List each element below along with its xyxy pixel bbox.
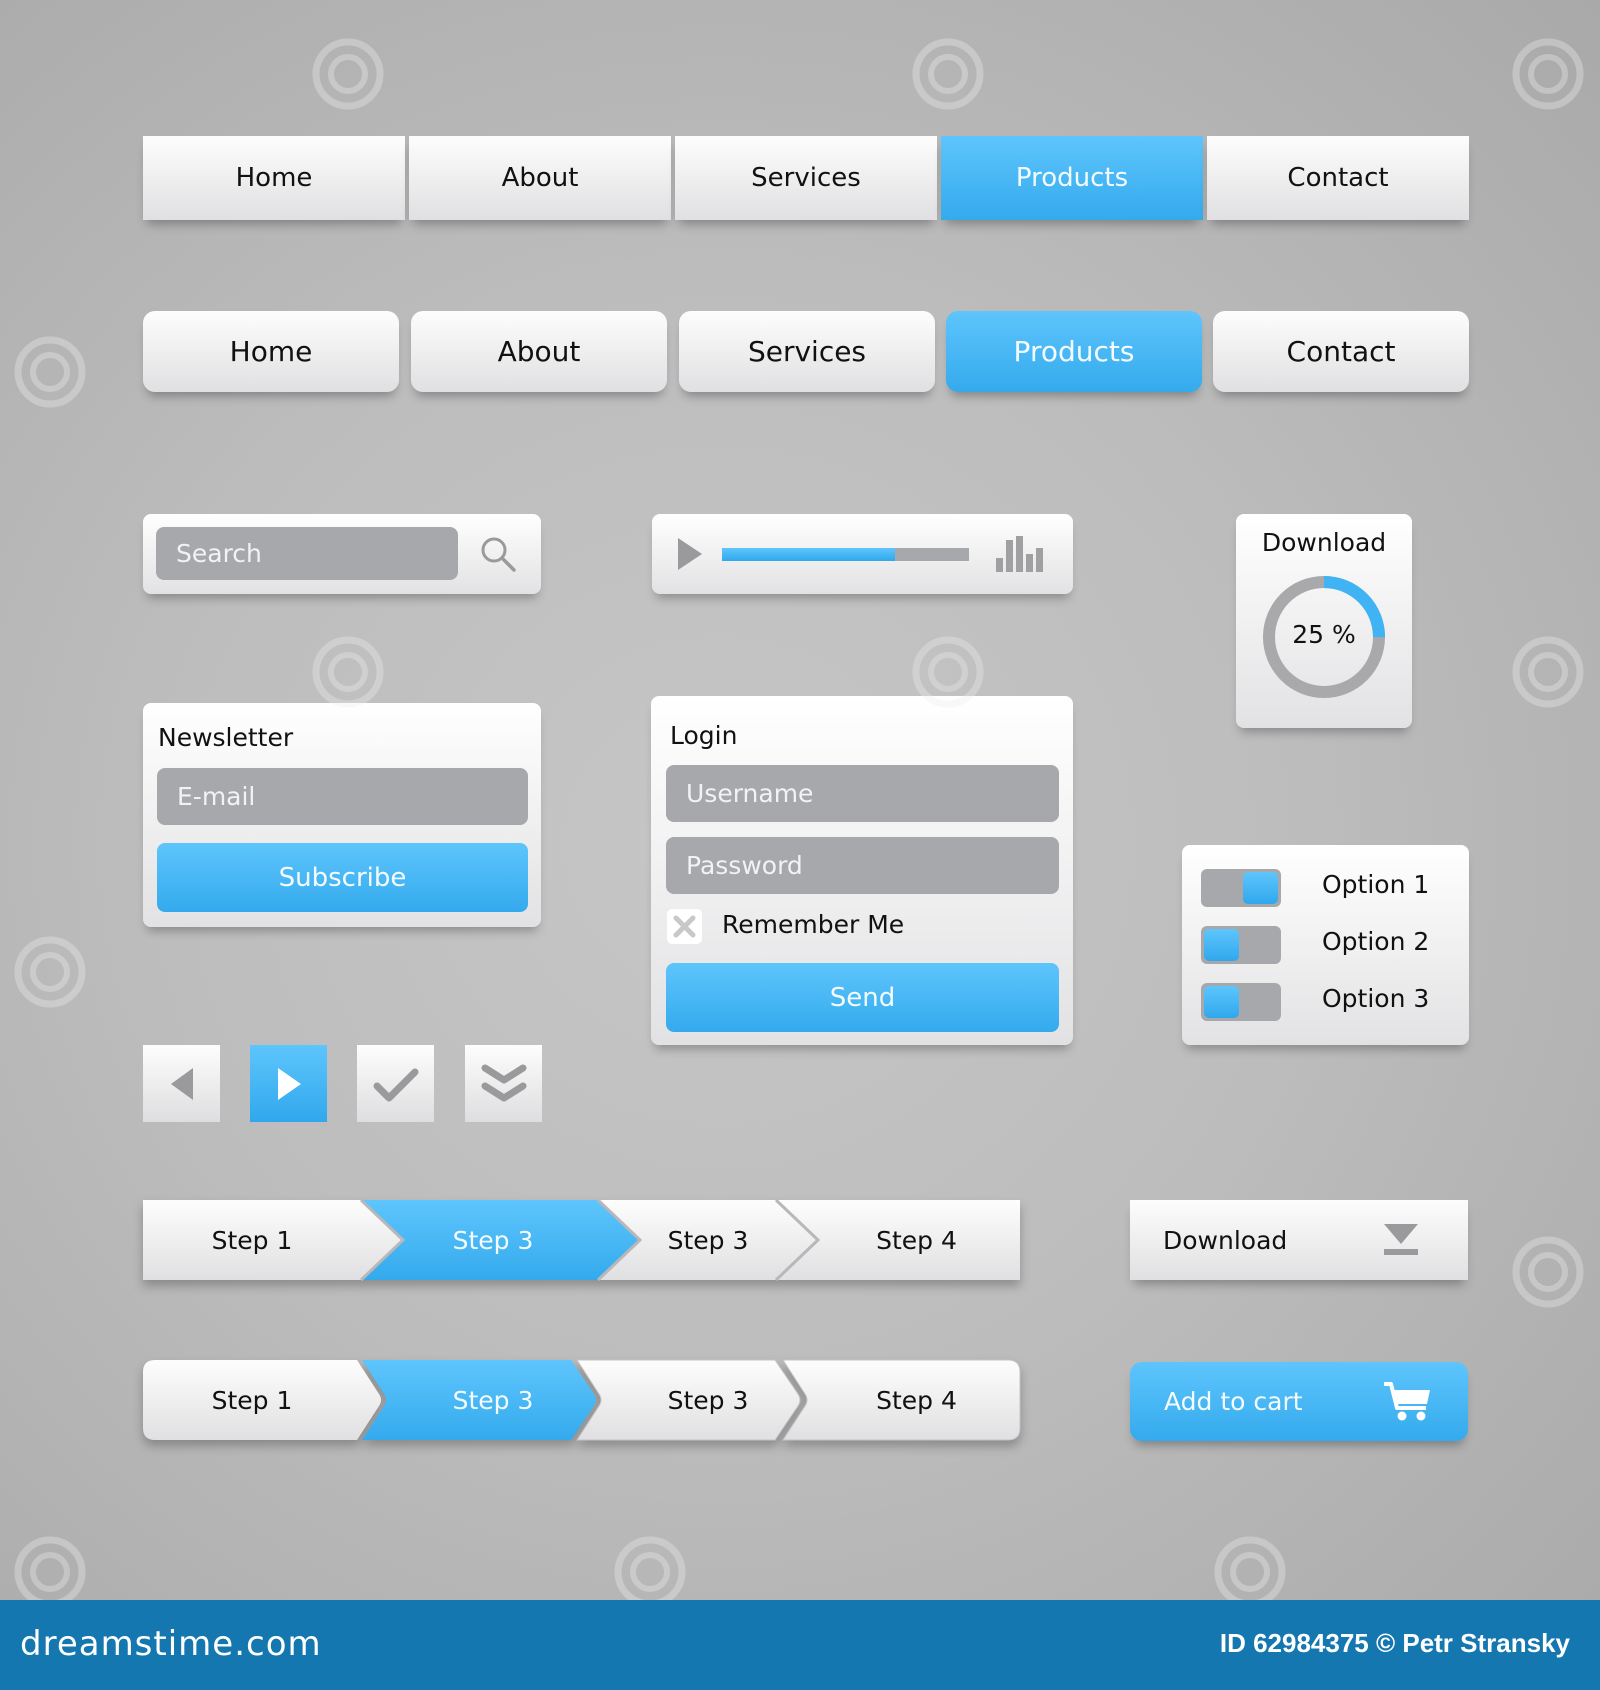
nav-flat-home[interactable]: Home	[143, 136, 405, 220]
double-chevron-down-icon	[481, 1064, 526, 1101]
watermark-icon	[912, 38, 984, 110]
send-button[interactable]: Send	[666, 963, 1059, 1032]
options-card: Option 1 Option 2 Option 3	[1182, 845, 1469, 1045]
toggle-knob	[1204, 986, 1239, 1018]
search-bar	[143, 514, 541, 594]
progress-fill	[722, 548, 895, 561]
step-rounded-1[interactable]: Step 1	[143, 1360, 361, 1440]
confirm-button[interactable]	[357, 1045, 434, 1122]
nav-label: Products	[1015, 163, 1129, 193]
newsletter-title: Newsletter	[158, 723, 294, 752]
nav-label: About	[497, 335, 581, 368]
nav-label: Home	[235, 163, 313, 193]
nav-label: About	[501, 163, 579, 193]
watermark-icon	[614, 1536, 686, 1608]
add-to-cart-button[interactable]: Add to cart	[1130, 1362, 1468, 1441]
nav-flat-contact[interactable]: Contact	[1207, 136, 1469, 220]
download-widget-title: Download	[1261, 528, 1387, 557]
nav-label: Services	[747, 335, 867, 368]
nav-label: Home	[229, 335, 313, 368]
progress-bar[interactable]	[722, 548, 969, 561]
nav-label: Contact	[1286, 335, 1396, 368]
watermark-icon	[1512, 636, 1584, 708]
remember-me-label: Remember Me	[722, 910, 905, 939]
step-rounded-3[interactable]: Step 3	[613, 1360, 803, 1440]
download-button[interactable]: Download	[1130, 1200, 1468, 1280]
previous-icon	[170, 1067, 193, 1100]
download-icon	[1382, 1222, 1420, 1258]
toggle-knob	[1204, 929, 1239, 961]
cart-icon	[1382, 1380, 1432, 1422]
close-icon	[673, 915, 696, 938]
play-button[interactable]	[250, 1045, 327, 1122]
nav-rounded-products[interactable]: Products	[946, 311, 1202, 392]
step-flat-2[interactable]: Step 3	[383, 1200, 603, 1280]
download-percent-label: 25 %	[1292, 620, 1356, 649]
option-1-toggle[interactable]	[1201, 869, 1281, 907]
nav-rounded-about[interactable]: About	[411, 311, 667, 392]
option-2-label: Option 2	[1322, 927, 1430, 956]
watermark-icon	[312, 636, 384, 708]
search-input[interactable]	[156, 527, 458, 580]
newsletter-card: Newsletter Subscribe	[143, 703, 541, 927]
nav-rounded-services[interactable]: Services	[679, 311, 935, 392]
watermark-icon	[14, 1536, 86, 1608]
download-button-label: Download	[1163, 1225, 1288, 1255]
steps-rounded: Step 1 Step 3 Step 3 Step 4	[143, 1359, 1021, 1441]
credit-text: ID 62984375 © Petr Stransky	[1219, 1628, 1570, 1658]
password-input[interactable]	[666, 837, 1059, 894]
username-input[interactable]	[666, 765, 1059, 822]
subscribe-button[interactable]: Subscribe	[157, 843, 528, 912]
search-icon[interactable]	[478, 534, 518, 574]
download-widget: Download 25 %	[1236, 514, 1412, 728]
watermark-icon	[14, 936, 86, 1008]
step-rounded-2[interactable]: Step 3	[383, 1360, 603, 1440]
expand-button[interactable]	[465, 1045, 542, 1122]
media-player	[652, 514, 1073, 594]
play-icon[interactable]	[676, 536, 704, 572]
add-to-cart-label: Add to cart	[1164, 1387, 1303, 1416]
brand-logo: dreamstime.com	[20, 1624, 322, 1664]
option-3-label: Option 3	[1322, 984, 1430, 1013]
nav-flat-about[interactable]: About	[409, 136, 671, 220]
option-2-toggle[interactable]	[1201, 926, 1281, 964]
checkmark-icon	[373, 1068, 418, 1101]
nav-label: Contact	[1287, 163, 1389, 193]
nav-label: Services	[751, 163, 861, 193]
step-flat-1[interactable]: Step 1	[143, 1200, 361, 1280]
watermark-icon	[1512, 38, 1584, 110]
step-flat-3[interactable]: Step 3	[613, 1200, 803, 1280]
subscribe-label: Subscribe	[278, 862, 407, 893]
nav-flat-products[interactable]: Products	[941, 136, 1203, 220]
steps-flat: Step 1 Step 3 Step 3 Step 4	[143, 1198, 1020, 1282]
watermark-icon	[1214, 1536, 1286, 1608]
send-label: Send	[829, 982, 896, 1013]
login-title: Login	[670, 721, 738, 750]
footer-bar: dreamstime.com ID 62984375 © Petr Strans…	[0, 1600, 1600, 1690]
option-1-label: Option 1	[1322, 870, 1430, 899]
nav-rounded-contact[interactable]: Contact	[1213, 311, 1469, 392]
play-icon	[277, 1067, 301, 1100]
step-flat-4[interactable]: Step 4	[813, 1200, 1020, 1280]
toggle-knob	[1243, 872, 1278, 904]
watermark-icon	[312, 38, 384, 110]
step-rounded-4[interactable]: Step 4	[813, 1360, 1020, 1440]
previous-button[interactable]	[143, 1045, 220, 1122]
watermark-icon	[14, 336, 86, 408]
email-input[interactable]	[157, 768, 528, 825]
equalizer-icon[interactable]	[994, 534, 1046, 574]
option-3-toggle[interactable]	[1201, 983, 1281, 1021]
nav-label: Products	[1013, 335, 1135, 368]
nav-rounded-home[interactable]: Home	[143, 311, 399, 392]
watermark-icon	[1512, 1236, 1584, 1308]
login-card: Login Remember Me Send	[651, 696, 1073, 1045]
remember-me-checkbox[interactable]	[667, 909, 702, 944]
nav-flat-services[interactable]: Services	[675, 136, 937, 220]
